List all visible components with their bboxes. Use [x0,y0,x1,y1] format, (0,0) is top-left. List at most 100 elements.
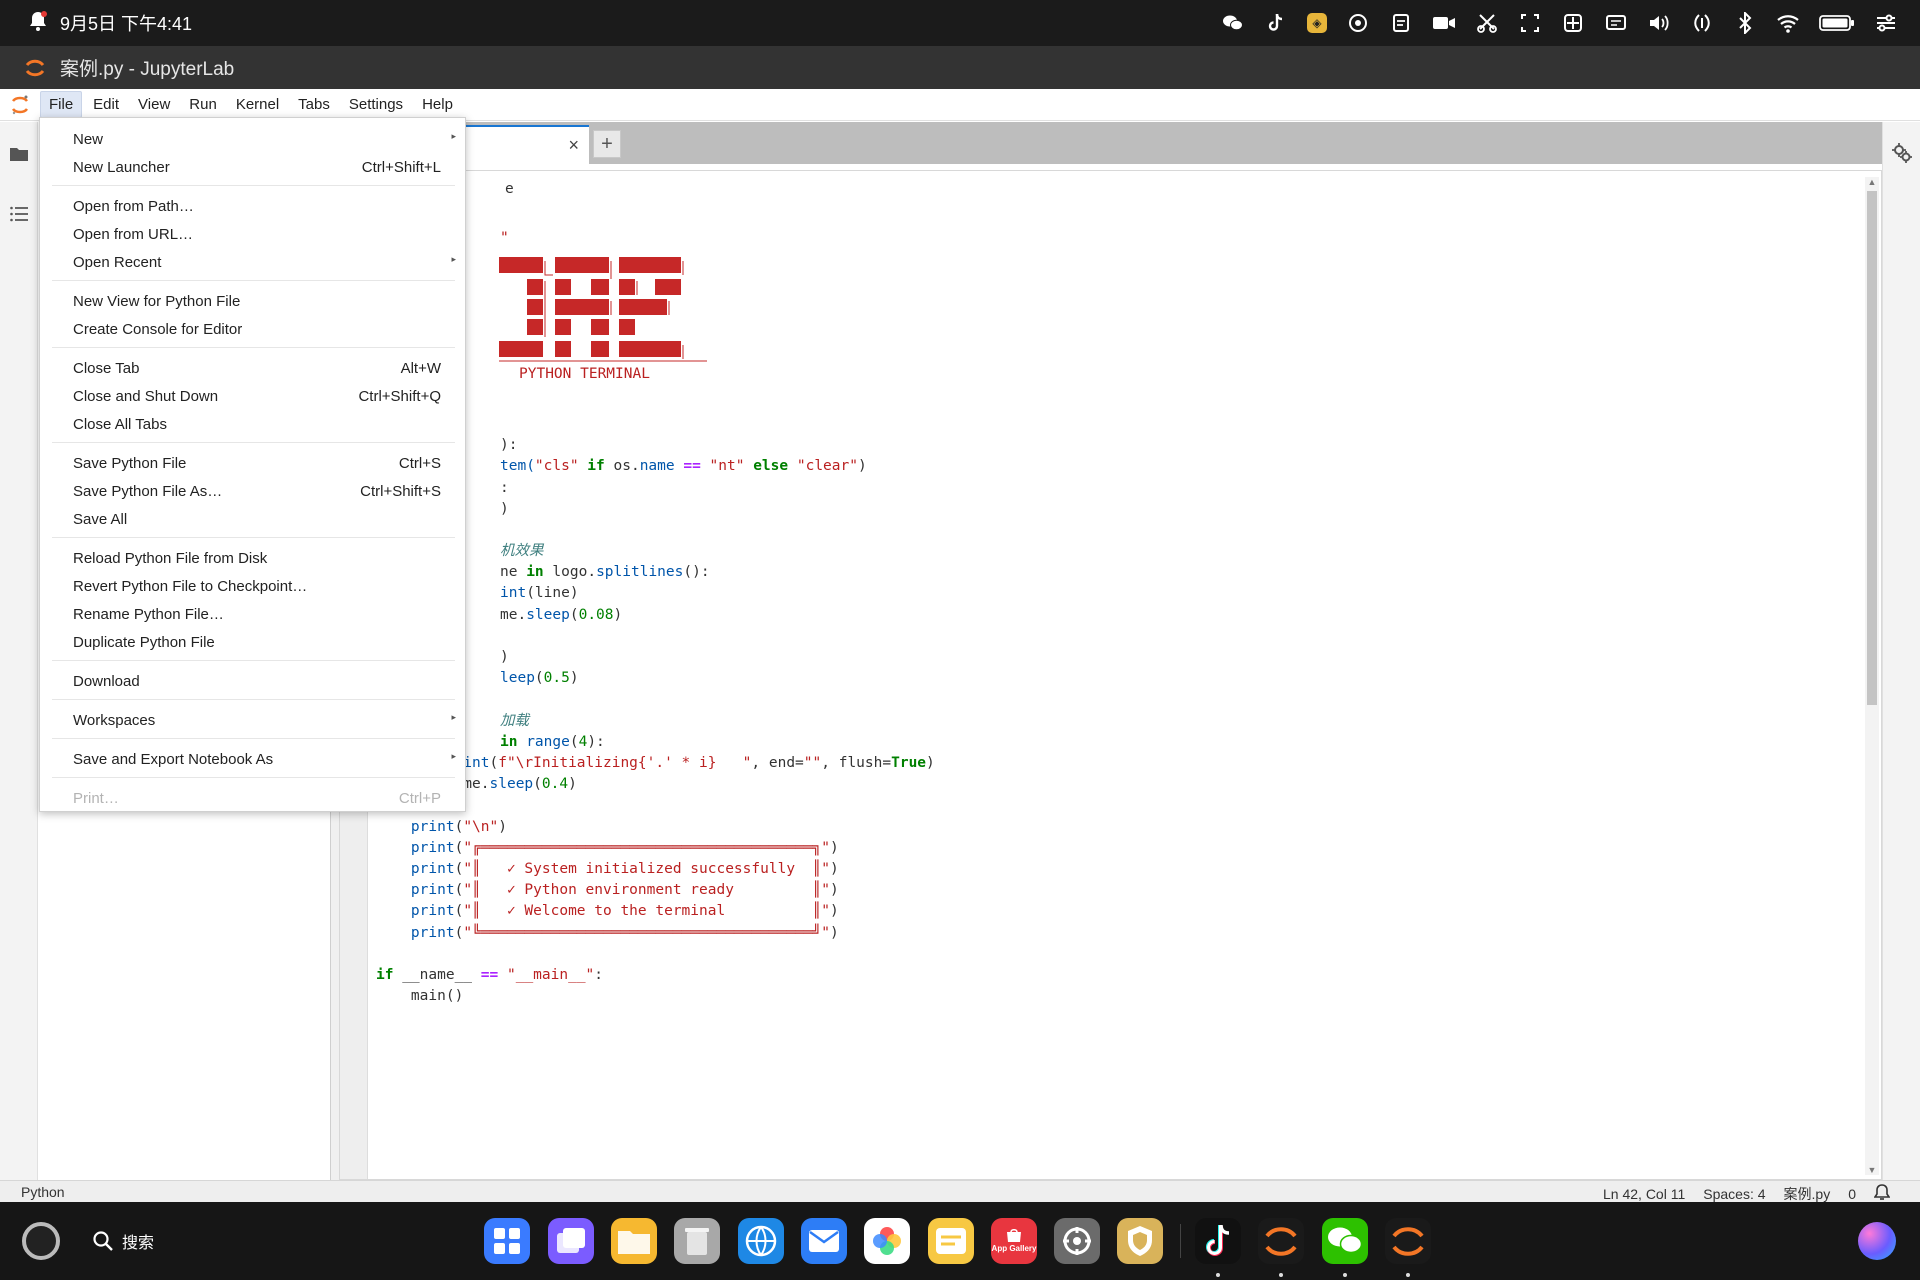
menu-item-label: Close Tab [73,360,140,377]
scroll-down-icon[interactable]: ▼ [1867,1165,1877,1175]
close-tab-icon[interactable]: × [568,135,579,156]
code-fragment: in range(4): [500,734,605,750]
table-of-contents-icon[interactable] [7,202,31,226]
menu-view[interactable]: View [130,92,178,117]
menu-kernel[interactable]: Kernel [228,92,287,117]
search-icon [93,1231,113,1251]
scroll-up-icon[interactable]: ▲ [1867,177,1877,187]
menu-help[interactable]: Help [414,92,461,117]
bell-icon[interactable] [28,10,48,37]
memo-icon[interactable] [928,1218,974,1264]
tiktok-dock-icon[interactable] [1195,1218,1241,1264]
menu-file[interactable]: File [40,91,83,118]
assistant-orb-icon[interactable] [1858,1222,1896,1260]
grid-icon[interactable] [1561,11,1585,35]
wifi-icon[interactable] [1776,11,1800,35]
mail-icon[interactable] [801,1218,847,1264]
security-shield-icon[interactable] [1117,1218,1163,1264]
menu-item-shortcut: Ctrl+Shift+Q [358,388,441,405]
volume-icon[interactable] [1647,11,1671,35]
screen-record-icon[interactable] [1432,11,1456,35]
jupyter-logo-icon [25,59,45,76]
code-fragment: ) [500,649,509,665]
files-icon[interactable] [611,1218,657,1264]
jupyter-dock-icon[interactable] [1258,1218,1304,1264]
notification-bell-icon[interactable] [1873,1183,1891,1204]
settings-icon[interactable] [1054,1218,1100,1264]
wechat-dock-icon[interactable] [1322,1218,1368,1264]
menu-item-label: Rename Python File… [73,606,224,623]
file-menu-item-save-python-file[interactable]: Save Python File Ctrl+S [40,451,467,477]
wechat-icon[interactable] [1221,11,1245,35]
nfc-icon[interactable] [1690,11,1714,35]
add-tab-button[interactable]: + [593,130,621,158]
screen-crop-icon[interactable] [1518,11,1542,35]
file-menu-item-new[interactable]: New ▸ [40,127,467,153]
indent-setting[interactable]: Spaces: 4 [1703,1186,1765,1202]
menu-run[interactable]: Run [181,92,225,117]
code-area[interactable]: e " PYTHON TERMINAL ): tem("cls" if os.n… [370,171,1861,1179]
notes-icon[interactable] [1389,11,1413,35]
bluetooth-icon[interactable] [1733,11,1757,35]
folder-icon[interactable] [7,142,31,166]
file-menu-item-reload-python-file-from-disk[interactable]: Reload Python File from Disk [40,546,467,572]
menu-edit[interactable]: Edit [85,92,127,117]
file-menu-item-duplicate-python-file[interactable]: Duplicate Python File [40,630,467,656]
file-menu-item-close-and-shut-down[interactable]: Close and Shut Down Ctrl+Shift+Q [40,384,467,410]
file-menu-item-rename-python-file[interactable]: Rename Python File… [40,602,467,628]
multi-window-icon[interactable] [1346,11,1370,35]
scrollbar-thumb[interactable] [1867,191,1877,705]
notification-count[interactable]: 0 [1848,1186,1856,1202]
start-button[interactable] [22,1222,60,1260]
menu-tabs[interactable]: Tabs [290,92,338,117]
cast-icon[interactable] [1604,11,1628,35]
kernel-mode-label[interactable]: Python [21,1184,65,1200]
file-menu-item-new-launcher[interactable]: New Launcher Ctrl+Shift+L [40,155,467,181]
file-menu-item-create-console-for-editor[interactable]: Create Console for Editor [40,317,467,343]
file-menu-item-close-all-tabs[interactable]: Close All Tabs [40,412,467,438]
file-menu-item-open-from-url[interactable]: Open from URL… [40,222,467,248]
vertical-scrollbar[interactable]: ▲ ▼ [1865,177,1879,1175]
menu-item-shortcut: Ctrl+S [398,455,441,472]
window-title: 案例.py - JupyterLab [60,59,235,80]
gallery-icon[interactable] [864,1218,910,1264]
cursor-position[interactable]: Ln 42, Col 11 [1603,1186,1685,1202]
file-menu-item-open-from-path[interactable]: Open from Path… [40,194,467,220]
shield-app-icon[interactable]: ◈ [1307,13,1327,33]
app-gallery-icon[interactable]: App Gallery [991,1218,1037,1264]
file-menu-item-save-all[interactable]: Save All [40,507,467,533]
browser-icon[interactable] [738,1218,784,1264]
code-fragment: ) [500,501,509,517]
jupyter-dock-icon-2[interactable] [1385,1218,1431,1264]
code-line: print("╚════════════════════════════════… [410,925,839,941]
file-menu-item-workspaces[interactable]: Workspaces ▸ [40,708,467,734]
file-menu-item-download[interactable]: Download [40,669,467,695]
terminal-title-string: PYTHON TERMINAL [519,366,650,382]
main-area: × + e " PYTHON TERMINAL): tem("cls" if … [339,122,1882,1180]
app-center-icon[interactable] [484,1218,530,1264]
file-menu-item-save-and-export-notebook-as[interactable]: Save and Export Notebook As ▸ [40,747,467,773]
menu-settings[interactable]: Settings [341,92,411,117]
menu-item-shortcut: Ctrl+Shift+L [361,159,441,176]
file-menu-item-new-view-for-python-file[interactable]: New View for Python File [40,289,467,315]
file-menu-item-revert-python-file-to-checkpoint[interactable]: Revert Python File to Checkpoint… [40,574,467,600]
tiktok-icon[interactable] [1264,11,1288,35]
trash-icon[interactable] [674,1218,720,1264]
menu-separator [52,537,455,538]
screenshot-icon[interactable] [1475,11,1499,35]
quick-settings-icon[interactable] [1874,11,1898,35]
code-line: print("\n") [410,819,507,835]
search-button[interactable]: 搜索 [92,1229,154,1253]
code-line: if __name__ == "__main__": [376,967,604,983]
file-menu-item-open-recent[interactable]: Open Recent ▸ [40,250,467,276]
file-menu-item-save-python-file-as[interactable]: Save Python File As… Ctrl+Shift+S [40,479,467,505]
property-inspector-icon[interactable] [1891,142,1913,169]
running-indicator [1343,1273,1347,1277]
menu-separator [52,347,455,348]
multi-window-app-icon[interactable] [548,1218,594,1264]
menu-item-label: Save Python File As… [73,483,223,500]
code-fragment: ): [500,437,518,453]
code-editor[interactable]: e " PYTHON TERMINAL ): tem("cls" if os.n… [339,170,1882,1180]
file-menu-item-close-tab[interactable]: Close Tab Alt+W [40,356,467,382]
menu-item-label: New Launcher [73,159,170,176]
